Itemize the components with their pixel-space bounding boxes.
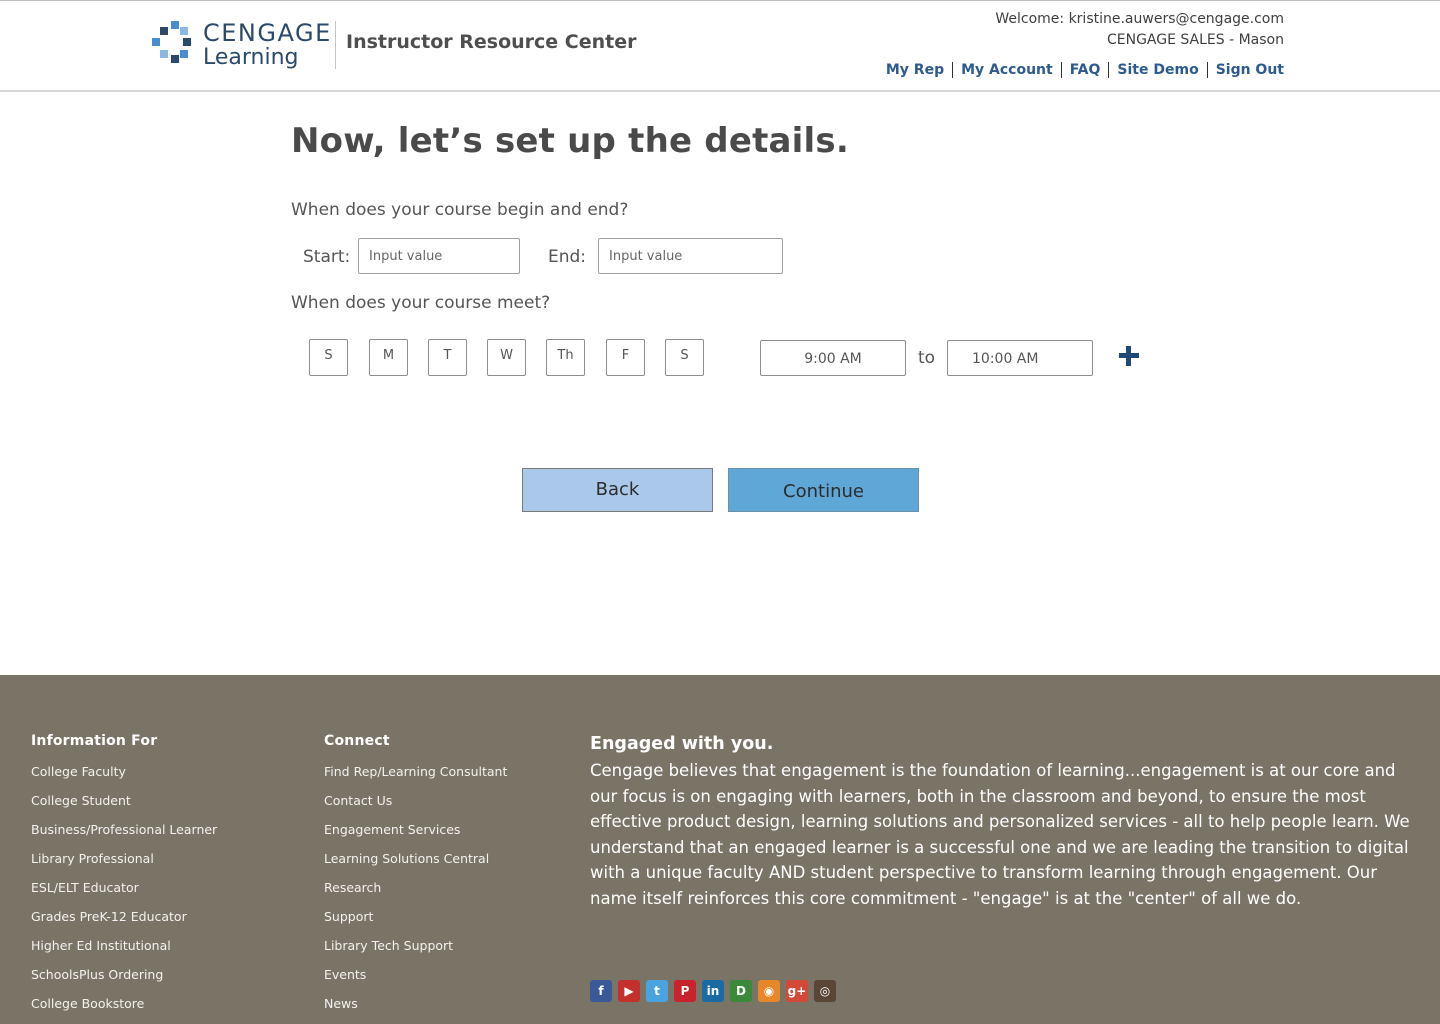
nav-sign-out-link[interactable]: Sign Out <box>1216 62 1284 78</box>
footer-link[interactable]: News <box>324 989 507 1018</box>
continue-button[interactable]: Continue <box>728 468 919 512</box>
cengage-logo[interactable]: CENGAGE Learning <box>152 19 330 73</box>
footer-link[interactable]: Learning Solutions Central <box>324 844 507 873</box>
footer-engaged-section: Engaged with you. Cengage believes that … <box>590 734 1410 912</box>
footer-link[interactable]: Business/Professional Learner <box>31 815 217 844</box>
end-date-label: End: <box>548 247 587 267</box>
day-friday-button[interactable]: F <box>606 339 645 376</box>
footer-link[interactable]: Engagement Services <box>324 815 507 844</box>
cengage-logo-mark-icon <box>152 21 191 63</box>
youtube-icon[interactable]: ▶ <box>618 980 640 1002</box>
twitter-icon[interactable]: t <box>646 980 668 1002</box>
top-navigation: My Rep My Account FAQ Site Demo Sign Out <box>886 62 1284 78</box>
end-time-input[interactable]: 10:00 AM <box>947 340 1093 376</box>
welcome-text: Welcome: kristine.auwers@cengage.com <box>995 11 1284 27</box>
linkedin-icon[interactable]: in <box>702 980 724 1002</box>
footer-link[interactable]: Find Rep/Learning Consultant <box>324 757 507 786</box>
delicious-icon[interactable]: D <box>730 980 752 1002</box>
logo-wordmark-bottom: Learning <box>203 45 299 70</box>
nav-divider <box>1108 62 1110 78</box>
footer-information-for: Information For College Faculty College … <box>31 733 217 1018</box>
pinterest-icon[interactable]: P <box>674 980 696 1002</box>
user-info: Welcome: kristine.auwers@cengage.com CEN… <box>995 9 1284 51</box>
footer-link[interactable]: College Bookstore <box>31 989 217 1018</box>
facebook-icon[interactable]: f <box>590 980 612 1002</box>
nav-my-account-link[interactable]: My Account <box>961 62 1053 78</box>
footer-link[interactable]: Contact Us <box>324 786 507 815</box>
day-monday-button[interactable]: M <box>369 339 408 376</box>
footer-link[interactable]: College Faculty <box>31 757 217 786</box>
footer-link[interactable]: Events <box>324 960 507 989</box>
instagram-icon[interactable]: ◎ <box>814 980 836 1002</box>
site-title: Instructor Resource Center <box>346 31 637 53</box>
start-date-input[interactable] <box>358 238 520 274</box>
course-dates-question: When does your course begin and end? <box>291 200 629 220</box>
footer-link[interactable]: Library Tech Support <box>324 931 507 960</box>
day-wednesday-button[interactable]: W <box>487 339 526 376</box>
google-plus-icon[interactable]: g+ <box>786 980 808 1002</box>
footer-link[interactable]: SchoolsPlus Ordering <box>31 960 217 989</box>
start-date-label: Start: <box>303 247 351 267</box>
nav-faq-link[interactable]: FAQ <box>1070 62 1101 78</box>
day-tuesday-button[interactable]: T <box>428 339 467 376</box>
nav-divider <box>1060 62 1062 78</box>
footer-connect: Connect Find Rep/Learning Consultant Con… <box>324 733 507 1018</box>
footer-information-for-title: Information For <box>31 733 158 749</box>
logo-wordmark-top: CENGAGE <box>203 19 332 47</box>
footer-engaged-text: Cengage believes that engagement is the … <box>590 761 1410 908</box>
site-header: CENGAGE Learning Instructor Resource Cen… <box>0 0 1440 92</box>
start-time-input[interactable]: 9:00 AM <box>760 340 906 376</box>
footer-link[interactable]: Grades PreK-12 Educator <box>31 902 217 931</box>
footer-link[interactable]: Research <box>324 873 507 902</box>
nav-divider <box>1206 62 1208 78</box>
add-meeting-time-plus-icon[interactable] <box>1117 344 1141 368</box>
day-thursday-button[interactable]: Th <box>546 339 585 376</box>
footer-connect-title: Connect <box>324 733 390 749</box>
footer-link[interactable]: Support <box>324 902 507 931</box>
logo-divider <box>335 21 336 69</box>
day-saturday-button[interactable]: S <box>665 339 704 376</box>
nav-site-demo-link[interactable]: Site Demo <box>1117 62 1198 78</box>
rss-icon[interactable]: ◉ <box>758 980 780 1002</box>
page-title: Now, let’s set up the details. <box>291 121 849 161</box>
footer-link[interactable]: Library Professional <box>31 844 217 873</box>
organization-name: CENGAGE SALES - Mason <box>1106 32 1284 48</box>
footer-link[interactable]: College Student <box>31 786 217 815</box>
end-date-input[interactable] <box>598 238 783 274</box>
nav-divider <box>952 62 954 78</box>
day-sunday-button[interactable]: S <box>309 339 348 376</box>
nav-my-rep-link[interactable]: My Rep <box>886 62 944 78</box>
footer-link[interactable]: ESL/ELT Educator <box>31 873 217 902</box>
time-range-separator: to <box>918 348 936 368</box>
course-meet-question: When does your course meet? <box>291 293 551 313</box>
footer-link[interactable]: Higher Ed Institutional <box>31 931 217 960</box>
footer-engaged-title: Engaged with you. <box>590 734 774 754</box>
back-button[interactable]: Back <box>522 468 713 512</box>
site-footer: Information For College Faculty College … <box>0 675 1440 1024</box>
social-media-links: f ▶ t Pin D ◉ g+ ◎ <box>590 980 836 1002</box>
